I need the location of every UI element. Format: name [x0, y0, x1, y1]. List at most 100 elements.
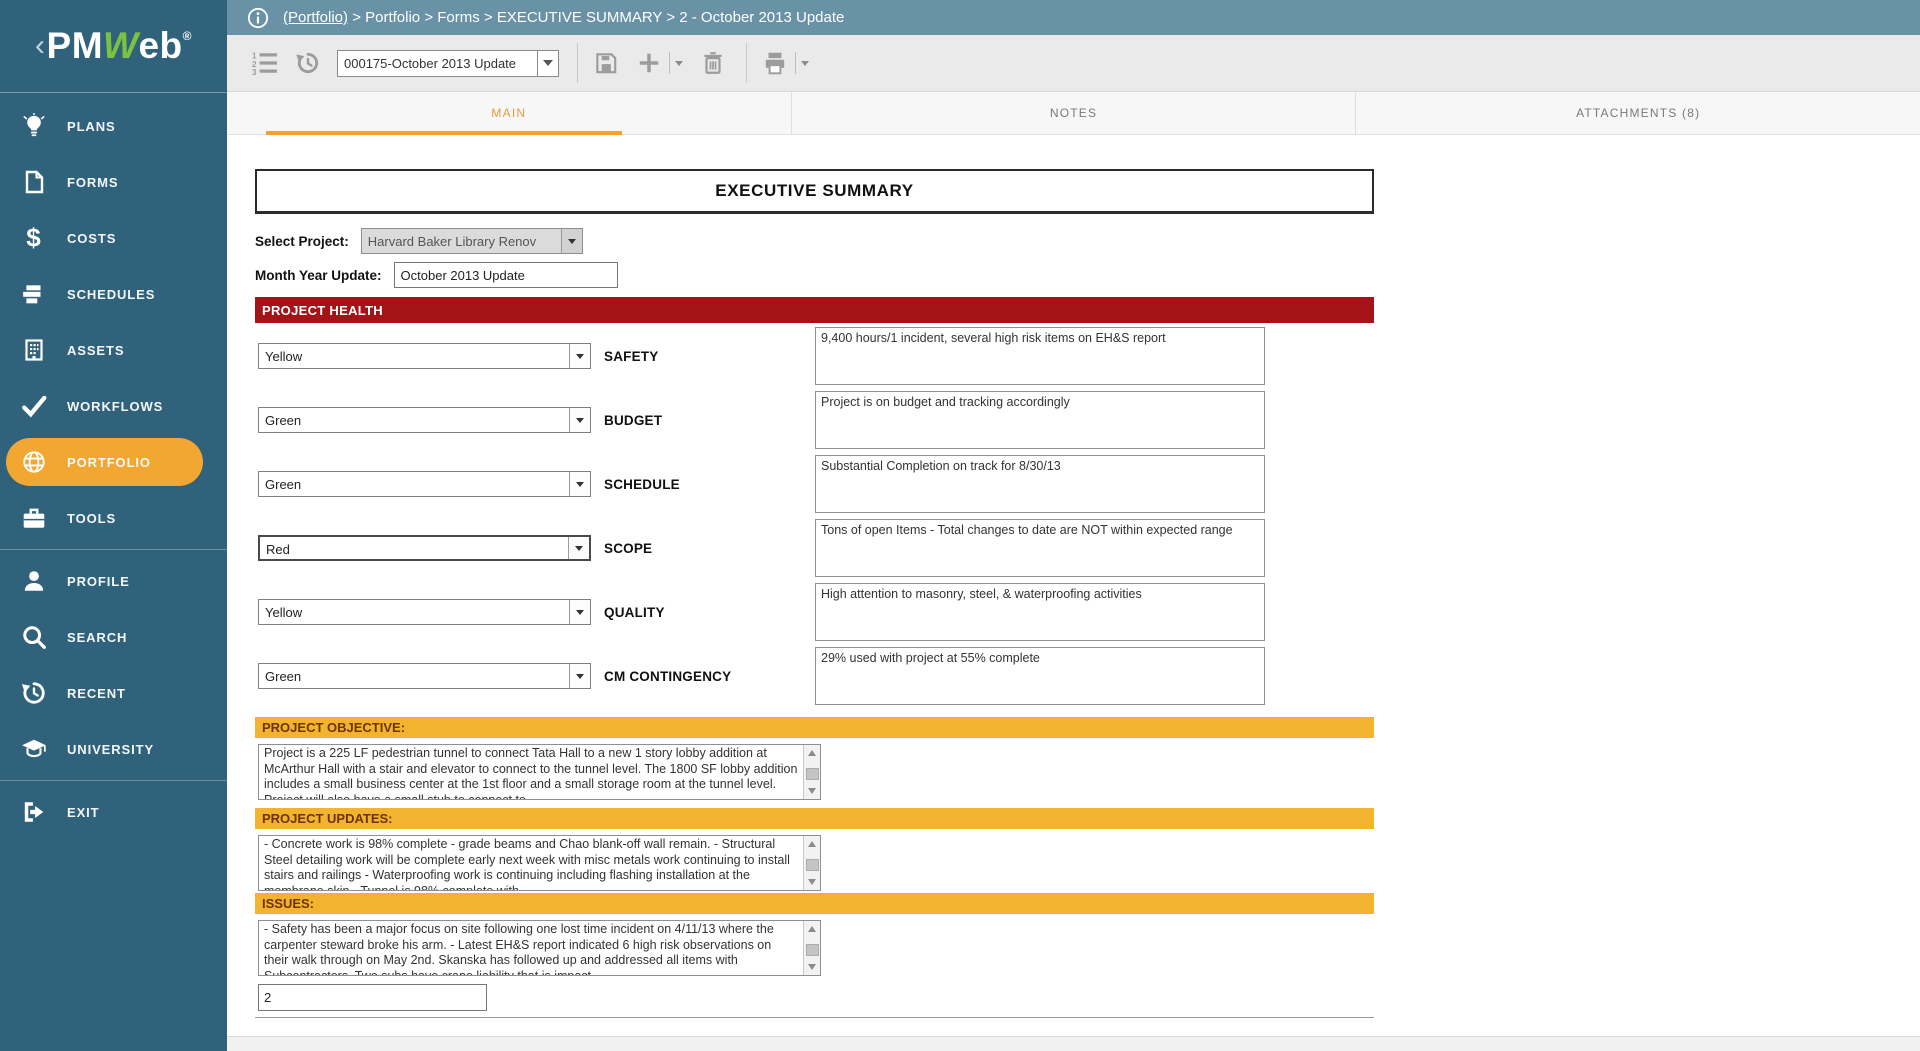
- scroll-down-icon[interactable]: [805, 875, 820, 889]
- sidebar-item-label: UNIVERSITY: [67, 742, 154, 757]
- project-objective-textarea[interactable]: Project is a 225 LF pedestrian tunnel to…: [258, 744, 821, 800]
- tab-attachments[interactable]: ATTACHMENTS (8): [1355, 92, 1920, 134]
- sidebar-item-label: PROFILE: [67, 574, 130, 589]
- numbered-list-icon[interactable]: 123: [251, 50, 278, 77]
- budget-label: BUDGET: [604, 413, 809, 428]
- month-year-input[interactable]: [394, 262, 618, 288]
- main-panel: MAIN NOTES ATTACHMENTS (8) EXECUTIVE SUM…: [227, 92, 1920, 1051]
- schedule-status-select[interactable]: Green: [258, 471, 591, 497]
- sidebar-item-tools[interactable]: TOOLS: [0, 490, 227, 546]
- project-updates-text[interactable]: - Concrete work is 98% complete - grade …: [259, 836, 803, 890]
- toolbar: 123 000175-October 2013 Update: [227, 35, 1920, 92]
- scroll-up-icon[interactable]: [805, 922, 820, 936]
- sidebar-item-exit[interactable]: EXIT: [0, 784, 227, 840]
- svg-text:$: $: [26, 225, 41, 251]
- health-row-schedule: Green SCHEDULE Substantial Completion on…: [255, 455, 1374, 513]
- select-project-dropdown[interactable]: Harvard Baker Library Renov: [361, 228, 583, 254]
- quality-comment-box[interactable]: High attention to masonry, steel, & wate…: [815, 583, 1265, 641]
- back-chevron-icon: ‹: [35, 29, 46, 62]
- sidebar-item-recent[interactable]: RECENT: [0, 665, 227, 721]
- sidebar-item-university[interactable]: UNIVERSITY: [0, 721, 227, 777]
- sidebar-item-label: WORKFLOWS: [67, 399, 163, 414]
- sidebar-item-workflows[interactable]: WORKFLOWS: [0, 378, 227, 434]
- add-icon[interactable]: [635, 50, 662, 77]
- sidebar-item-costs[interactable]: $ COSTS: [0, 210, 227, 266]
- scrollbar-track[interactable]: [805, 851, 820, 875]
- sidebar-item-schedules[interactable]: SCHEDULES: [0, 266, 227, 322]
- tab-notes[interactable]: NOTES: [791, 92, 1356, 134]
- scrollbar-thumb[interactable]: [806, 859, 819, 871]
- project-health-header: PROJECT HEALTH: [255, 297, 1374, 323]
- save-icon[interactable]: [592, 50, 619, 77]
- revision-number-input[interactable]: [258, 984, 487, 1011]
- scrollbar-thumb[interactable]: [806, 944, 819, 956]
- add-divider: [669, 52, 670, 74]
- print-options-chevron-icon[interactable]: [801, 61, 809, 66]
- scroll-down-icon[interactable]: [805, 960, 820, 974]
- logo-w: W: [103, 25, 138, 66]
- sidebar-item-assets[interactable]: ASSETS: [0, 322, 227, 378]
- scrollbar[interactable]: [803, 836, 820, 890]
- scroll-down-icon[interactable]: [805, 784, 820, 798]
- history-icon[interactable]: [294, 50, 321, 77]
- quality-status-select[interactable]: Yellow: [258, 599, 591, 625]
- registered-mark: ®: [183, 29, 192, 43]
- project-updates-header-text: PROJECT UPDATES:: [262, 811, 393, 826]
- pmweb-app: ‹PMWeb® (Portfolio) > Portfolio > Forms …: [0, 0, 1920, 1051]
- chevron-down-icon: [576, 354, 584, 359]
- schedule-comment-box[interactable]: Substantial Completion on track for 8/30…: [815, 455, 1265, 513]
- delete-icon[interactable]: [699, 50, 726, 77]
- scope-status-value: Red: [260, 537, 568, 559]
- add-options-chevron-icon[interactable]: [675, 61, 683, 66]
- select-project-dropdown-button[interactable]: [561, 229, 582, 253]
- budget-comment-box[interactable]: Project is on budget and tracking accord…: [815, 391, 1265, 449]
- budget-status-select[interactable]: Green: [258, 407, 591, 433]
- scroll-up-icon[interactable]: [805, 746, 820, 760]
- sidebar-item-search[interactable]: SEARCH: [0, 609, 227, 665]
- safety-status-value: Yellow: [259, 344, 569, 368]
- scope-dropdown-button[interactable]: [568, 537, 589, 559]
- quality-dropdown-button[interactable]: [569, 600, 590, 624]
- safety-dropdown-button[interactable]: [569, 344, 590, 368]
- issues-text[interactable]: - Safety has been a major focus on site …: [259, 921, 803, 975]
- breadcrumb-portfolio-link[interactable]: (Portfolio): [283, 9, 348, 26]
- chevron-down-icon: [576, 610, 584, 615]
- add-button-group: [635, 50, 683, 77]
- cm-contingency-status-select[interactable]: Green: [258, 663, 591, 689]
- safety-comment-box[interactable]: 9,400 hours/1 incident, several high ris…: [815, 327, 1265, 385]
- scrollbar-track[interactable]: [805, 936, 820, 960]
- pmweb-logo[interactable]: ‹PMWeb®: [0, 0, 227, 92]
- record-selector[interactable]: 000175-October 2013 Update: [337, 50, 559, 77]
- health-row-cm-contingency: Green CM CONTINGENCY 29% used with proje…: [255, 647, 1374, 705]
- cm-contingency-dropdown-button[interactable]: [569, 664, 590, 688]
- sidebar-item-plans[interactable]: PLANS: [0, 98, 227, 154]
- sidebar-item-portfolio[interactable]: PORTFOLIO: [6, 438, 203, 486]
- project-updates-textarea[interactable]: - Concrete work is 98% complete - grade …: [258, 835, 821, 891]
- scrollbar[interactable]: [803, 921, 820, 975]
- info-icon[interactable]: [247, 7, 269, 29]
- scope-comment-box[interactable]: Tons of open Items - Total changes to da…: [815, 519, 1265, 577]
- sidebar-item-profile[interactable]: PROFILE: [0, 553, 227, 609]
- project-objective-text[interactable]: Project is a 225 LF pedestrian tunnel to…: [259, 745, 803, 799]
- scrollbar-thumb[interactable]: [806, 768, 819, 780]
- scrollbar-track[interactable]: [805, 760, 820, 784]
- schedule-dropdown-button[interactable]: [569, 472, 590, 496]
- record-selector-dropdown-button[interactable]: [537, 50, 559, 77]
- scope-status-select[interactable]: Red: [258, 535, 591, 561]
- scrollbar[interactable]: [803, 745, 820, 799]
- form-title: EXECUTIVE SUMMARY: [255, 169, 1374, 214]
- issues-textarea[interactable]: - Safety has been a major focus on site …: [258, 920, 821, 976]
- dollar-icon: $: [20, 225, 47, 252]
- scope-label: SCOPE: [604, 541, 809, 556]
- sidebar-item-forms[interactable]: FORMS: [0, 154, 227, 210]
- sidebar-item-label: COSTS: [67, 231, 116, 246]
- budget-dropdown-button[interactable]: [569, 408, 590, 432]
- project-objective-header: PROJECT OBJECTIVE:: [255, 717, 1374, 738]
- tab-main[interactable]: MAIN: [227, 92, 791, 134]
- safety-status-select[interactable]: Yellow: [258, 343, 591, 369]
- print-icon[interactable]: [761, 50, 788, 77]
- tab-bar: MAIN NOTES ATTACHMENTS (8): [227, 92, 1920, 135]
- scroll-up-icon[interactable]: [805, 837, 820, 851]
- cm-contingency-comment-box[interactable]: 29% used with project at 55% complete: [815, 647, 1265, 705]
- horizontal-scrollbar[interactable]: [227, 1036, 1920, 1051]
